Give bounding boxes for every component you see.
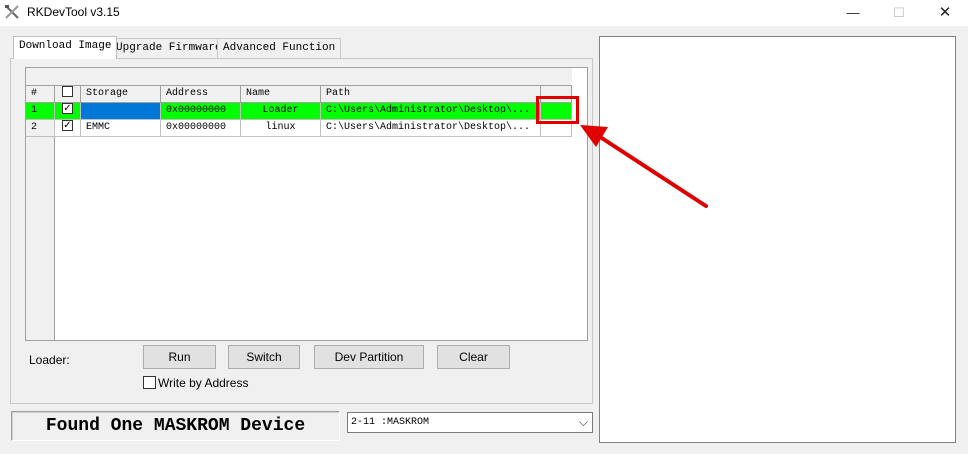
clear-button[interactable]: Clear xyxy=(437,345,510,369)
column-header-address: Address xyxy=(161,86,241,103)
column-header-name: Name xyxy=(241,86,321,103)
dev-partition-button[interactable]: Dev Partition xyxy=(314,345,424,369)
tab-advanced-function[interactable]: Advanced Function xyxy=(217,38,342,58)
device-select-value: 2-11 :MASKROM xyxy=(351,417,430,428)
switch-button[interactable]: Switch xyxy=(228,345,300,369)
table-row-number: 1 xyxy=(26,103,55,120)
column-header-path: Path xyxy=(321,86,541,103)
log-output-panel[interactable] xyxy=(599,36,956,443)
write-by-address-checkbox[interactable] xyxy=(143,376,156,389)
device-select[interactable]: 2-11 :MASKROM ⌵ xyxy=(347,412,593,433)
storage-cell[interactable] xyxy=(81,103,161,120)
column-header-storage: Storage xyxy=(81,86,161,103)
tab-upgrade-firmware[interactable]: Upgrade Firmware xyxy=(110,38,228,58)
row-checkbox[interactable]: ✓ xyxy=(62,103,73,114)
row-checkbox-cell[interactable]: ✓ xyxy=(55,103,81,120)
tab-download-image[interactable]: Download Image xyxy=(13,36,118,59)
table-row-number: 2 xyxy=(26,120,55,137)
image-table[interactable]: # Storage Address Name Path 1 ✓ 0x000000… xyxy=(25,67,588,341)
chevron-down-icon[interactable]: ⌵ xyxy=(579,413,588,432)
address-cell[interactable]: 0x00000000 xyxy=(161,103,241,120)
annotation-arrow-icon xyxy=(580,125,708,208)
row-checkbox-cell[interactable]: ✓ xyxy=(55,120,81,137)
address-cell[interactable]: 0x00000000 xyxy=(161,120,241,137)
name-cell[interactable]: linux xyxy=(241,120,321,137)
row-checkbox[interactable]: ✓ xyxy=(62,120,73,131)
maximize-button[interactable]: ☐ xyxy=(876,0,922,26)
path-cell[interactable]: C:\Users\Administrator\Desktop\... xyxy=(321,103,541,120)
write-by-address-label[interactable]: Write by Address xyxy=(158,376,248,390)
device-status: Found One MASKROM Device xyxy=(11,411,340,441)
title-bar: RKDevTool v3.15 — ☐ ✕ xyxy=(0,0,968,26)
table-top-bar xyxy=(26,68,572,86)
close-button[interactable]: ✕ xyxy=(922,0,968,26)
window-title: RKDevTool v3.15 xyxy=(27,5,120,19)
minimize-button[interactable]: — xyxy=(830,0,876,26)
storage-cell[interactable]: EMMC xyxy=(81,120,161,137)
path-cell[interactable]: C:\Users\Administrator\Desktop\... xyxy=(321,120,541,137)
run-button[interactable]: Run xyxy=(143,345,216,369)
name-cell[interactable]: Loader xyxy=(241,103,321,120)
loader-label: Loader: xyxy=(29,353,70,367)
column-header-select-all[interactable] xyxy=(55,86,81,103)
tools-icon xyxy=(5,5,19,19)
select-all-checkbox[interactable] xyxy=(62,86,73,97)
column-header-num: # xyxy=(26,86,55,103)
